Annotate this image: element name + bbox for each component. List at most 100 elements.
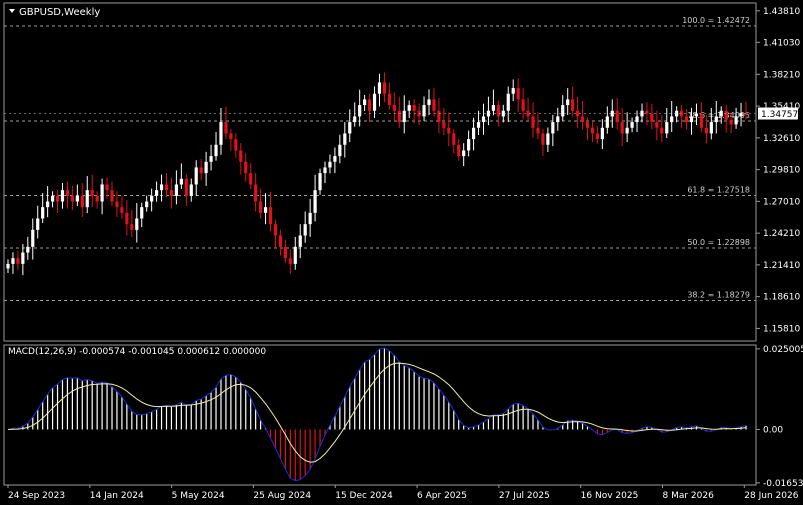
candle-body — [125, 212, 129, 225]
macd-panel — [7, 347, 747, 482]
candle-body — [60, 190, 65, 202]
candle-body — [729, 119, 733, 125]
candle-body — [323, 167, 327, 174]
chart-title: GBPUSD,Weekly — [19, 7, 100, 18]
candle-body — [660, 127, 664, 134]
candle-body — [209, 156, 213, 162]
candle-body — [689, 116, 694, 123]
fib-label: 50.0 = 1.22898 — [687, 238, 750, 247]
dropdown-triangle-icon[interactable] — [9, 9, 15, 13]
x-tick-label: 8 Mar 2026 — [662, 491, 714, 501]
candle-body — [308, 212, 312, 225]
candle-body — [283, 246, 287, 259]
candle-body — [268, 207, 273, 225]
candle-body — [75, 195, 79, 202]
candle-body — [145, 201, 149, 208]
candle-body — [367, 99, 372, 111]
candle-body — [452, 133, 456, 145]
candle-body — [244, 161, 248, 174]
candle-body — [476, 122, 481, 128]
x-tick-label: 5 May 2024 — [172, 491, 225, 501]
candle-body — [184, 178, 188, 196]
candle-body — [521, 99, 525, 111]
y-tick-label: 1.32610 — [763, 134, 800, 144]
y-tick-label: 1.15810 — [763, 324, 800, 334]
macd-y-tick-label: 0.025005 — [763, 345, 803, 355]
candle-body — [26, 246, 30, 253]
candle-body — [254, 184, 258, 202]
candle-body — [600, 127, 604, 140]
fib-label: 100.0 = 1.42472 — [682, 16, 750, 25]
candle-body — [90, 190, 94, 196]
candle-body — [412, 105, 416, 111]
candle-body — [189, 184, 193, 196]
candle-body — [571, 99, 575, 111]
candle-body — [442, 122, 446, 128]
candle-body — [496, 105, 500, 117]
candle-body — [575, 110, 580, 117]
candle-body — [55, 195, 60, 202]
candle-body — [610, 110, 614, 117]
candle-body — [709, 122, 713, 134]
axis-layer: 1.438101.410301.382101.354101.326101.298… — [3, 2, 803, 501]
candle-body — [481, 116, 486, 123]
candle-body — [328, 161, 332, 168]
candle-body — [130, 224, 134, 230]
candle-body — [585, 122, 590, 128]
x-tick-label: 24 Sep 2023 — [8, 491, 65, 501]
candle-body — [665, 122, 669, 134]
candle-body — [541, 133, 545, 145]
candle-body — [531, 116, 535, 128]
candle-body — [377, 82, 382, 94]
candle-body — [234, 139, 238, 151]
macd-y-tick-label: -0.016538 — [763, 479, 803, 489]
y-tick-label: 1.24210 — [763, 229, 800, 239]
candle-body — [46, 201, 50, 208]
candle-body — [491, 105, 495, 111]
candle-body — [259, 201, 263, 213]
candle-body — [298, 235, 302, 247]
y-tick-label: 1.29810 — [763, 166, 800, 176]
y-tick-label: 1.43810 — [763, 7, 800, 17]
signal-line — [7, 362, 747, 463]
candle-body — [724, 110, 728, 120]
candle-body — [516, 88, 520, 100]
candle-body — [625, 127, 629, 134]
candle-body — [16, 258, 20, 264]
candle-body — [358, 105, 362, 117]
candle-body — [437, 110, 441, 123]
candle-body — [50, 195, 55, 202]
candle-body — [645, 110, 649, 114]
candle-body — [169, 190, 174, 196]
x-tick-label: 25 Aug 2024 — [253, 491, 311, 501]
candle-body — [684, 116, 689, 123]
candle-body — [734, 116, 738, 125]
x-tick-label: 28 Jun 2026 — [744, 491, 798, 501]
chart-canvas: 100.0 = 1.4247278.6 = 1.3409561.8 = 1.27… — [3, 2, 803, 501]
candle-body — [140, 207, 144, 219]
y-tick-label: 1.21410 — [763, 261, 800, 271]
candle-body — [536, 127, 540, 134]
candle-body — [655, 122, 659, 128]
x-tick-label: 6 Apr 2025 — [417, 491, 467, 501]
candle-body — [704, 127, 708, 134]
macd-line — [7, 347, 747, 482]
fib-label: 38.2 = 1.18279 — [687, 290, 750, 299]
candle-body — [556, 116, 560, 123]
candle-body — [471, 127, 476, 140]
candle-body — [387, 93, 391, 106]
candle-body — [397, 110, 401, 123]
y-tick-label: 1.27010 — [763, 197, 800, 207]
candle-body — [551, 122, 555, 134]
candle-body — [219, 122, 223, 145]
candle-body — [80, 195, 84, 208]
candle-body — [278, 235, 283, 247]
candle-body — [263, 207, 268, 213]
candle-body — [70, 195, 74, 202]
candle-body — [273, 224, 278, 236]
x-tick-label: 27 Jul 2025 — [499, 491, 550, 501]
fib-label: 61.8 = 1.27518 — [687, 186, 750, 195]
macd-y-tick-label: 0.00 — [763, 426, 783, 436]
x-tick-label: 14 Jan 2024 — [90, 491, 144, 501]
candle-body — [333, 156, 337, 162]
